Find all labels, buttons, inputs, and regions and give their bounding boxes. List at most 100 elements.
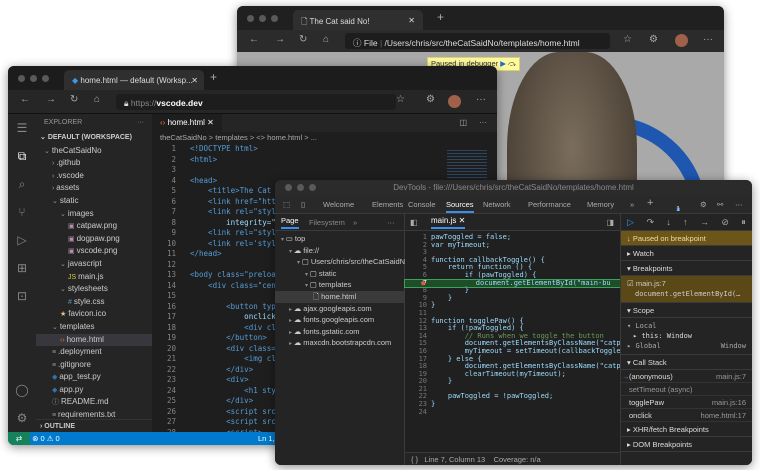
- cursor-position[interactable]: Ln 1,: [258, 432, 275, 445]
- tab-elements[interactable]: Elements: [372, 200, 403, 209]
- inspect-icon[interactable]: ⬚: [283, 200, 290, 209]
- device-toolbar-icon[interactable]: ▯: [301, 200, 305, 209]
- outline-section[interactable]: › OUTLINE: [36, 419, 152, 432]
- section-xhr-breakpoints[interactable]: ▸ XHR/fetch Breakpoints: [621, 422, 752, 437]
- editor-tab-home-html[interactable]: ‹› home.html ✕: [152, 114, 222, 132]
- back-icon[interactable]: ←: [249, 34, 259, 45]
- pause-on-exceptions-icon[interactable]: ⏸: [741, 214, 746, 230]
- tree-item[interactable]: ▣ catpaw.png: [36, 220, 152, 233]
- tree-item[interactable]: ⓘ README.md: [36, 396, 152, 409]
- avatar[interactable]: [675, 34, 688, 47]
- deactivate-breakpoints-icon[interactable]: ⊘: [721, 214, 729, 230]
- tree-item[interactable]: # style.css: [36, 296, 152, 309]
- forward-icon[interactable]: →: [275, 34, 285, 45]
- back-icon[interactable]: ←: [20, 94, 30, 105]
- tree-item[interactable]: ⌄ static: [36, 195, 152, 208]
- file-tab-main-js[interactable]: main.js ✕: [431, 214, 466, 229]
- tab-network[interactable]: Network: [483, 200, 511, 209]
- breadcrumb[interactable]: theCatSaidNo > templates > <> home.html …: [152, 132, 497, 144]
- breakpoint-item[interactable]: ☑ main.js:7 document.getElementById(…: [621, 276, 752, 303]
- navigator-item[interactable]: 🗋 home.html: [275, 290, 404, 303]
- tree-item[interactable]: ▣ dogpaw.png: [36, 233, 152, 246]
- explorer-icon[interactable]: ⧉: [8, 142, 36, 170]
- favorites-icon[interactable]: ☆: [623, 34, 632, 45]
- connect-icon[interactable]: ⚯: [717, 200, 723, 209]
- browser-tab[interactable]: 🗋 The Cat said No! ✕: [293, 10, 423, 30]
- navigator-item[interactable]: ▾ ▢ templates: [275, 279, 404, 291]
- scope-global[interactable]: ▸ Global Window: [627, 341, 746, 351]
- remote-explorer-icon[interactable]: ⊡: [8, 282, 36, 310]
- resume-icon[interactable]: ▷: [627, 214, 634, 230]
- more-icon[interactable]: ···: [479, 118, 487, 127]
- navigator-item[interactable]: ▾ ▢ static: [275, 268, 404, 280]
- tree-item[interactable]: ≡ .deployment: [36, 346, 152, 359]
- settings-icon[interactable]: ⚙: [700, 200, 707, 209]
- tree-item[interactable]: › .vscode: [36, 170, 152, 183]
- more-tabs-icon[interactable]: »: [630, 200, 634, 209]
- source-code[interactable]: 1 pawToggled = false; 2 var myTimeout; 3 4 fun…: [404, 231, 633, 416]
- tree-item[interactable]: ◆ app_test.py: [36, 371, 152, 384]
- tree-item[interactable]: ⌄ templates: [36, 321, 152, 334]
- more-tabs-icon[interactable]: »: [353, 214, 357, 231]
- pretty-print-icon[interactable]: { }: [411, 455, 418, 464]
- window-controls[interactable]: [18, 75, 49, 82]
- tree-item[interactable]: ⌄ images: [36, 208, 152, 221]
- navigator-item[interactable]: ▾ ▢ Users/chris/src/theCatSaidNo: [275, 256, 409, 268]
- new-tab-button[interactable]: +: [210, 70, 217, 84]
- address-bar[interactable]: ⓘ File | /Users/chris/src/theCatSaidNo/t…: [345, 33, 610, 49]
- more-icon[interactable]: ···: [476, 94, 486, 105]
- add-tab-icon[interactable]: +: [647, 197, 653, 209]
- step-over-icon[interactable]: ↷: [646, 214, 654, 230]
- breakpoint-marker-icon[interactable]: ●: [421, 279, 425, 287]
- search-icon[interactable]: ⌕: [8, 170, 36, 198]
- section-breakpoints[interactable]: ▾ Breakpoints: [621, 261, 752, 276]
- home-icon[interactable]: ⌂: [94, 94, 100, 105]
- avatar[interactable]: [448, 95, 461, 108]
- section-watch[interactable]: ▸ Watch: [621, 246, 752, 261]
- extensions-icon[interactable]: ⊞: [8, 254, 36, 282]
- tree-item[interactable]: ≡ .gitignore: [36, 359, 152, 372]
- tree-item[interactable]: ‹› home.html: [36, 333, 152, 347]
- run-debug-icon[interactable]: ▷: [8, 226, 36, 254]
- extensions-icon[interactable]: ⚙: [426, 94, 435, 105]
- problems-indicator[interactable]: ⊗ 0 ⚠ 0: [32, 434, 60, 443]
- tree-item[interactable]: ⌄ javascript: [36, 258, 152, 271]
- navigator-item[interactable]: ▾ ☁ file://: [275, 245, 404, 257]
- step-into-icon[interactable]: ↓: [666, 214, 671, 230]
- close-tab-icon[interactable]: ✕: [191, 76, 198, 85]
- more-icon[interactable]: ⋯: [735, 200, 743, 209]
- window-controls[interactable]: [247, 15, 278, 22]
- close-icon[interactable]: ✕: [207, 118, 214, 127]
- close-tab-icon[interactable]: ✕: [408, 16, 415, 25]
- close-icon[interactable]: ✕: [459, 216, 466, 225]
- account-icon[interactable]: ◯: [8, 376, 36, 404]
- source-control-icon[interactable]: ⑂: [8, 198, 36, 226]
- section-scope[interactable]: ▾ Scope: [621, 303, 752, 318]
- tab-memory[interactable]: Memory: [587, 200, 614, 209]
- split-editor-icon[interactable]: ◫: [459, 118, 467, 127]
- tab-filesystem[interactable]: Filesystem: [309, 214, 345, 231]
- tab-performance[interactable]: Performance: [528, 200, 571, 209]
- more-options-icon[interactable]: ⋯: [387, 214, 395, 231]
- call-frame[interactable]: onclick home.html:17: [621, 409, 752, 422]
- tab-welcome[interactable]: Welcome: [323, 200, 354, 209]
- navigator-item[interactable]: ▸ ☁ ajax.googleapis.com: [275, 303, 404, 315]
- navigator-item[interactable]: ▸ ☁ fonts.googleapis.com: [275, 314, 404, 326]
- navigator-item[interactable]: ▸ ☁ fonts.gstatic.com: [275, 326, 404, 338]
- step-over-icon[interactable]: ⤼: [508, 59, 516, 68]
- navigator-item[interactable]: ▾ ▭ top: [275, 233, 404, 245]
- settings-gear-icon[interactable]: ⚙: [8, 404, 36, 432]
- new-tab-button[interactable]: +: [437, 10, 444, 24]
- browser-tab[interactable]: ◆ home.html — default (Worksp... ✕: [64, 70, 204, 90]
- tree-item[interactable]: JS main.js: [36, 271, 152, 284]
- toggle-debugger-icon[interactable]: ◨: [606, 214, 614, 231]
- section-dom-breakpoints[interactable]: ▸ DOM Breakpoints: [621, 437, 752, 452]
- window-controls[interactable]: [285, 184, 316, 191]
- checkbox-checked-icon[interactable]: ☑: [627, 279, 634, 288]
- step-icon[interactable]: →: [700, 214, 709, 230]
- more-actions-icon[interactable]: ···: [137, 114, 144, 132]
- tab-console[interactable]: Console: [408, 200, 436, 209]
- extensions-icon[interactable]: ⚙: [649, 34, 658, 45]
- toggle-navigator-icon[interactable]: ◧: [410, 214, 418, 231]
- home-icon[interactable]: ⌂: [323, 34, 329, 45]
